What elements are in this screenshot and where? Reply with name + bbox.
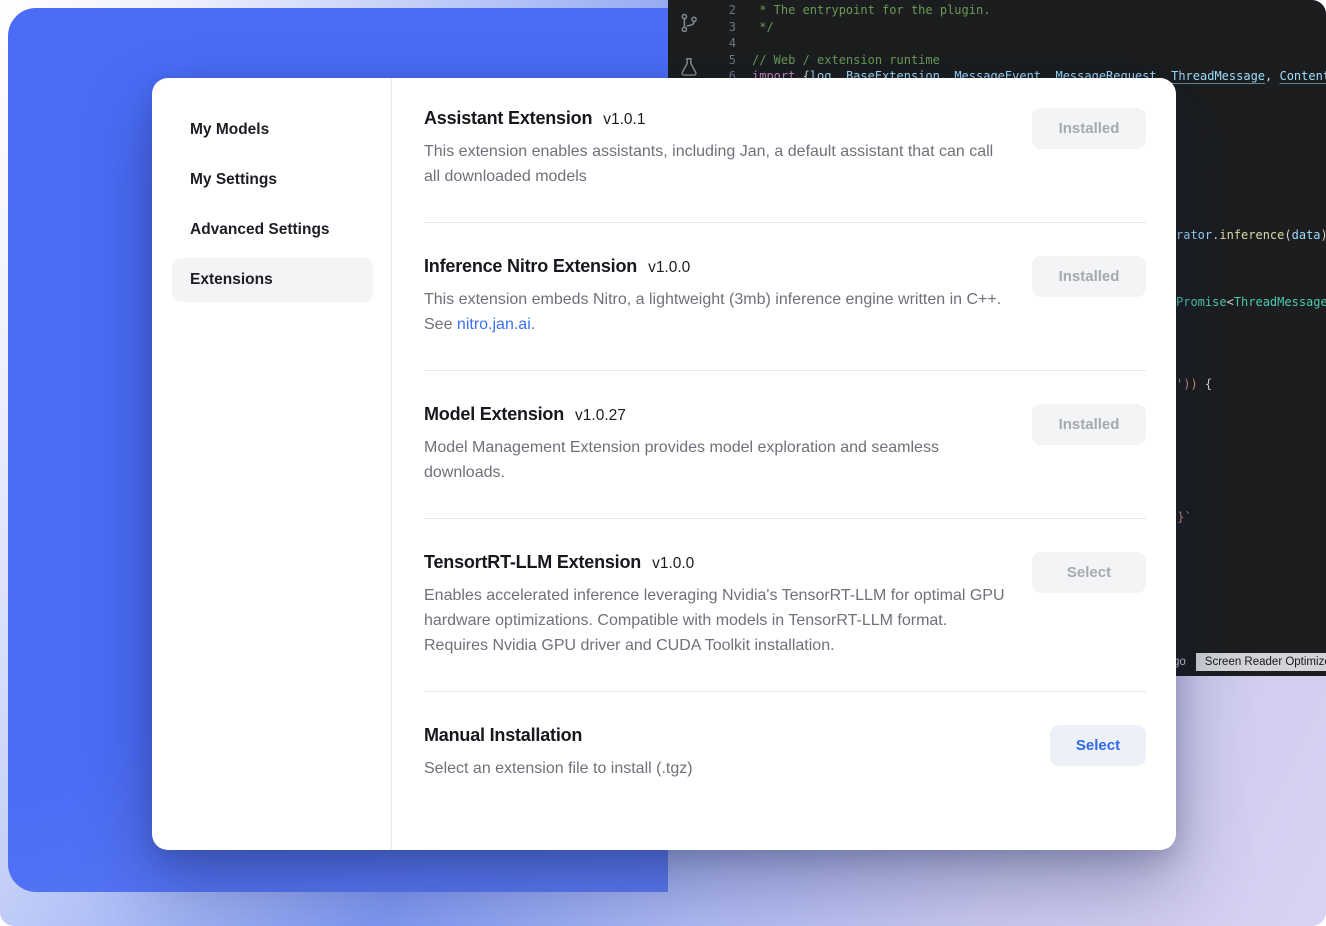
extension-action-button[interactable]: Installed — [1032, 108, 1146, 149]
sidebar-item-label: My Settings — [190, 171, 277, 189]
extension-row: Model Extension v1.0.27 Model Management… — [424, 371, 1146, 519]
extension-version: v1.0.1 — [603, 111, 645, 129]
sidebar-item-advanced-settings[interactable]: Advanced Settings — [172, 208, 373, 252]
description-text: Enables accelerated inference leveraging… — [424, 587, 1005, 654]
line-number: 4 — [714, 35, 736, 52]
sidebar-item-label: My Models — [190, 121, 269, 139]
extension-info: TensortRT-LLM Extension v1.0.0 Enables a… — [424, 552, 1009, 658]
sidebar-item-label: Advanced Settings — [190, 221, 330, 239]
extension-link[interactable]: nitro.jan.ai — [457, 316, 531, 333]
sidebar-nav: My Models My Settings Advanced Settings … — [152, 78, 392, 850]
extension-info: Model Extension v1.0.27 Model Management… — [424, 404, 1009, 485]
extension-description: Select an extension file to install (.tg… — [424, 756, 693, 781]
extension-title-line: Manual Installation — [424, 725, 693, 746]
sidebar-item-extensions[interactable]: Extensions — [172, 258, 373, 302]
code-fragment: rator.inference(data)); — [1176, 228, 1326, 242]
sidebar-item-my-models[interactable]: My Models — [172, 108, 373, 152]
extension-description: Enables accelerated inference leveraging… — [424, 583, 1009, 658]
extension-description: Model Management Extension provides mode… — [424, 435, 1009, 485]
extension-title-line: Inference Nitro Extension v1.0.0 — [424, 256, 1009, 277]
extension-action-button[interactable]: Installed — [1032, 256, 1146, 297]
code-line: 5// Web / extension runtime — [714, 52, 1326, 69]
settings-modal: My Models My Settings Advanced Settings … — [152, 78, 1176, 850]
extension-name: Manual Installation — [424, 725, 582, 746]
extension-title-line: Model Extension v1.0.27 — [424, 404, 1009, 425]
extension-info: Assistant Extension v1.0.1 This extensio… — [424, 108, 1009, 189]
extension-action-button[interactable]: Installed — [1032, 404, 1146, 445]
code-lines: 2 * The entrypoint for the plugin.3 */4 … — [714, 2, 1326, 85]
line-number: 2 — [714, 2, 736, 19]
description-text: Model Management Extension provides mode… — [424, 439, 939, 481]
extension-description: This extension embeds Nitro, a lightweig… — [424, 287, 1009, 337]
description-text: This extension enables assistants, inclu… — [424, 143, 993, 185]
extension-action-button[interactable]: Select — [1050, 725, 1146, 766]
extension-version: v1.0.0 — [648, 259, 690, 277]
activity-bar — [678, 12, 700, 78]
description-text: Select an extension file to install (.tg… — [424, 760, 693, 777]
extension-info: Manual Installation Select an extension … — [424, 725, 693, 781]
code-line: 3 */ — [714, 19, 1326, 36]
source-control-icon[interactable] — [678, 12, 700, 34]
extension-name: Inference Nitro Extension — [424, 256, 637, 277]
extension-row: Assistant Extension v1.0.1 This extensio… — [424, 108, 1146, 223]
code-fragment: ')) { — [1176, 377, 1212, 391]
extension-row: Inference Nitro Extension v1.0.0 This ex… — [424, 223, 1146, 371]
description-suffix: . — [531, 316, 535, 333]
extension-name: Model Extension — [424, 404, 564, 425]
line-number: 3 — [714, 19, 736, 36]
extension-row: Manual Installation Select an extension … — [424, 692, 1146, 814]
extension-name: TensortRT-LLM Extension — [424, 552, 641, 573]
extension-title-line: TensortRT-LLM Extension v1.0.0 — [424, 552, 1009, 573]
sidebar-item-label: Extensions — [190, 271, 273, 289]
code-fragment: Promise<ThreadMessage> — [1176, 295, 1326, 309]
code-line: 2 * The entrypoint for the plugin. — [714, 2, 1326, 19]
extension-title-line: Assistant Extension v1.0.1 — [424, 108, 1009, 129]
code-line: 4 — [714, 35, 1326, 52]
extension-version: v1.0.27 — [575, 407, 626, 425]
extension-info: Inference Nitro Extension v1.0.0 This ex… — [424, 256, 1009, 337]
extension-list: Assistant Extension v1.0.1 This extensio… — [392, 78, 1176, 850]
extension-version: v1.0.0 — [652, 555, 694, 573]
extension-action-button[interactable]: Select — [1032, 552, 1146, 593]
extension-description: This extension enables assistants, inclu… — [424, 139, 1009, 189]
canvas: 2 * The entrypoint for the plugin.3 */4 … — [0, 0, 1326, 926]
extension-row: TensortRT-LLM Extension v1.0.0 Enables a… — [424, 519, 1146, 692]
editor-status-bar: go Screen Reader Optimized — [1173, 653, 1326, 671]
extension-name: Assistant Extension — [424, 108, 592, 129]
line-number: 5 — [714, 52, 736, 69]
screen-reader-status[interactable]: Screen Reader Optimized — [1196, 653, 1326, 671]
sidebar-item-my-settings[interactable]: My Settings — [172, 158, 373, 202]
beaker-icon[interactable] — [678, 56, 700, 78]
